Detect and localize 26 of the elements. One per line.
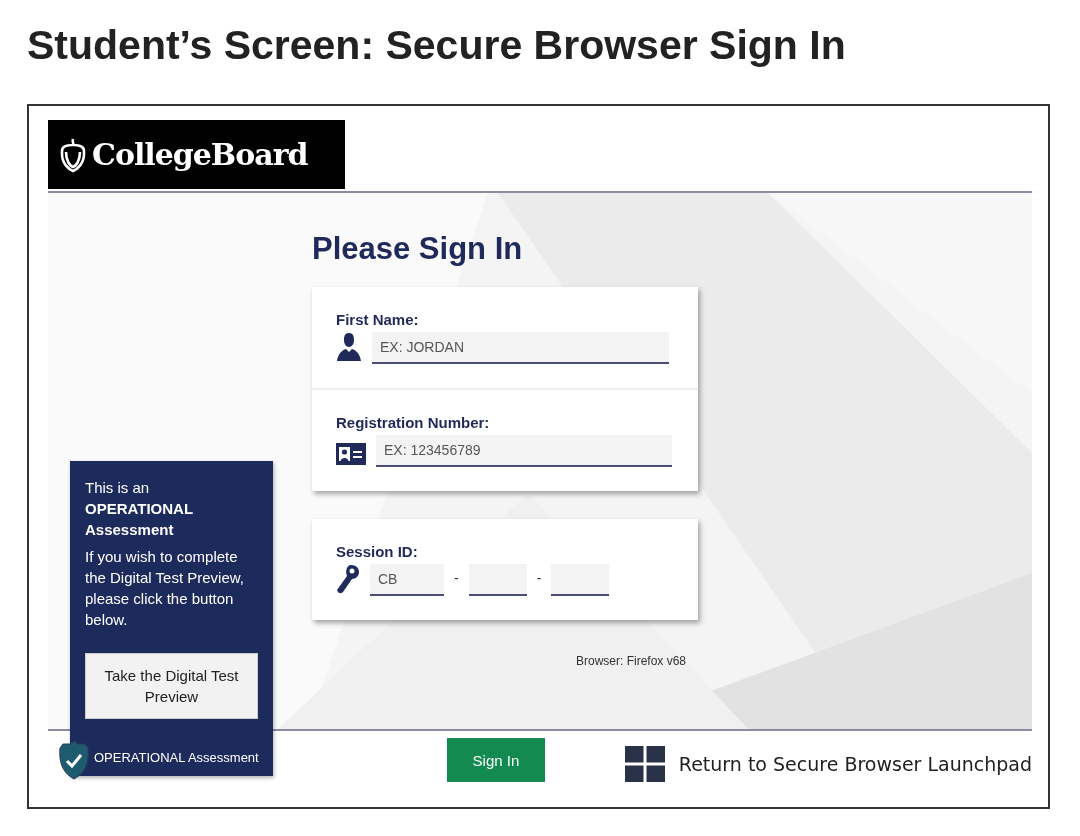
launchpad-link[interactable]: Return to Secure Browser Launchpad (624, 746, 1032, 782)
acorn-icon (58, 136, 88, 173)
separator: - (536, 570, 542, 588)
preview-button[interactable]: Take the Digital Test Preview (85, 653, 258, 719)
sign-in-button[interactable]: Sign In (447, 738, 545, 782)
field-label: First Name: (336, 311, 420, 328)
id-card-icon (336, 443, 366, 465)
shield-check-icon (57, 740, 91, 780)
field-label: Registration Number: (336, 414, 491, 431)
person-icon (336, 332, 362, 362)
separator: - (454, 570, 459, 588)
session-field[interactable]: CB (370, 564, 444, 596)
session-field[interactable] (468, 564, 527, 596)
browser-info: Browser: Firefox v68 (576, 654, 687, 668)
grid-icon (624, 746, 665, 782)
session-field[interactable] (551, 564, 610, 596)
key-icon (336, 564, 360, 594)
notice-message: If you wish to complete the Digital Test Preview, please click the button below. (85, 547, 245, 630)
sign-in-title: Please Sign In (312, 230, 523, 268)
page-heading: Student’s Screen: Secure Browser Sign In (26, 21, 846, 70)
badge-label: OPERATIONAL Assessment (94, 749, 259, 767)
text-field[interactable]: EX: 123456789 (376, 435, 672, 467)
text-field[interactable]: EX: JORDAN (372, 332, 669, 364)
logo: CollegeBoard (48, 120, 345, 189)
field-label: Session ID: (336, 543, 419, 560)
notice-text: This is an OPERATIONAL Assessment (85, 478, 194, 540)
